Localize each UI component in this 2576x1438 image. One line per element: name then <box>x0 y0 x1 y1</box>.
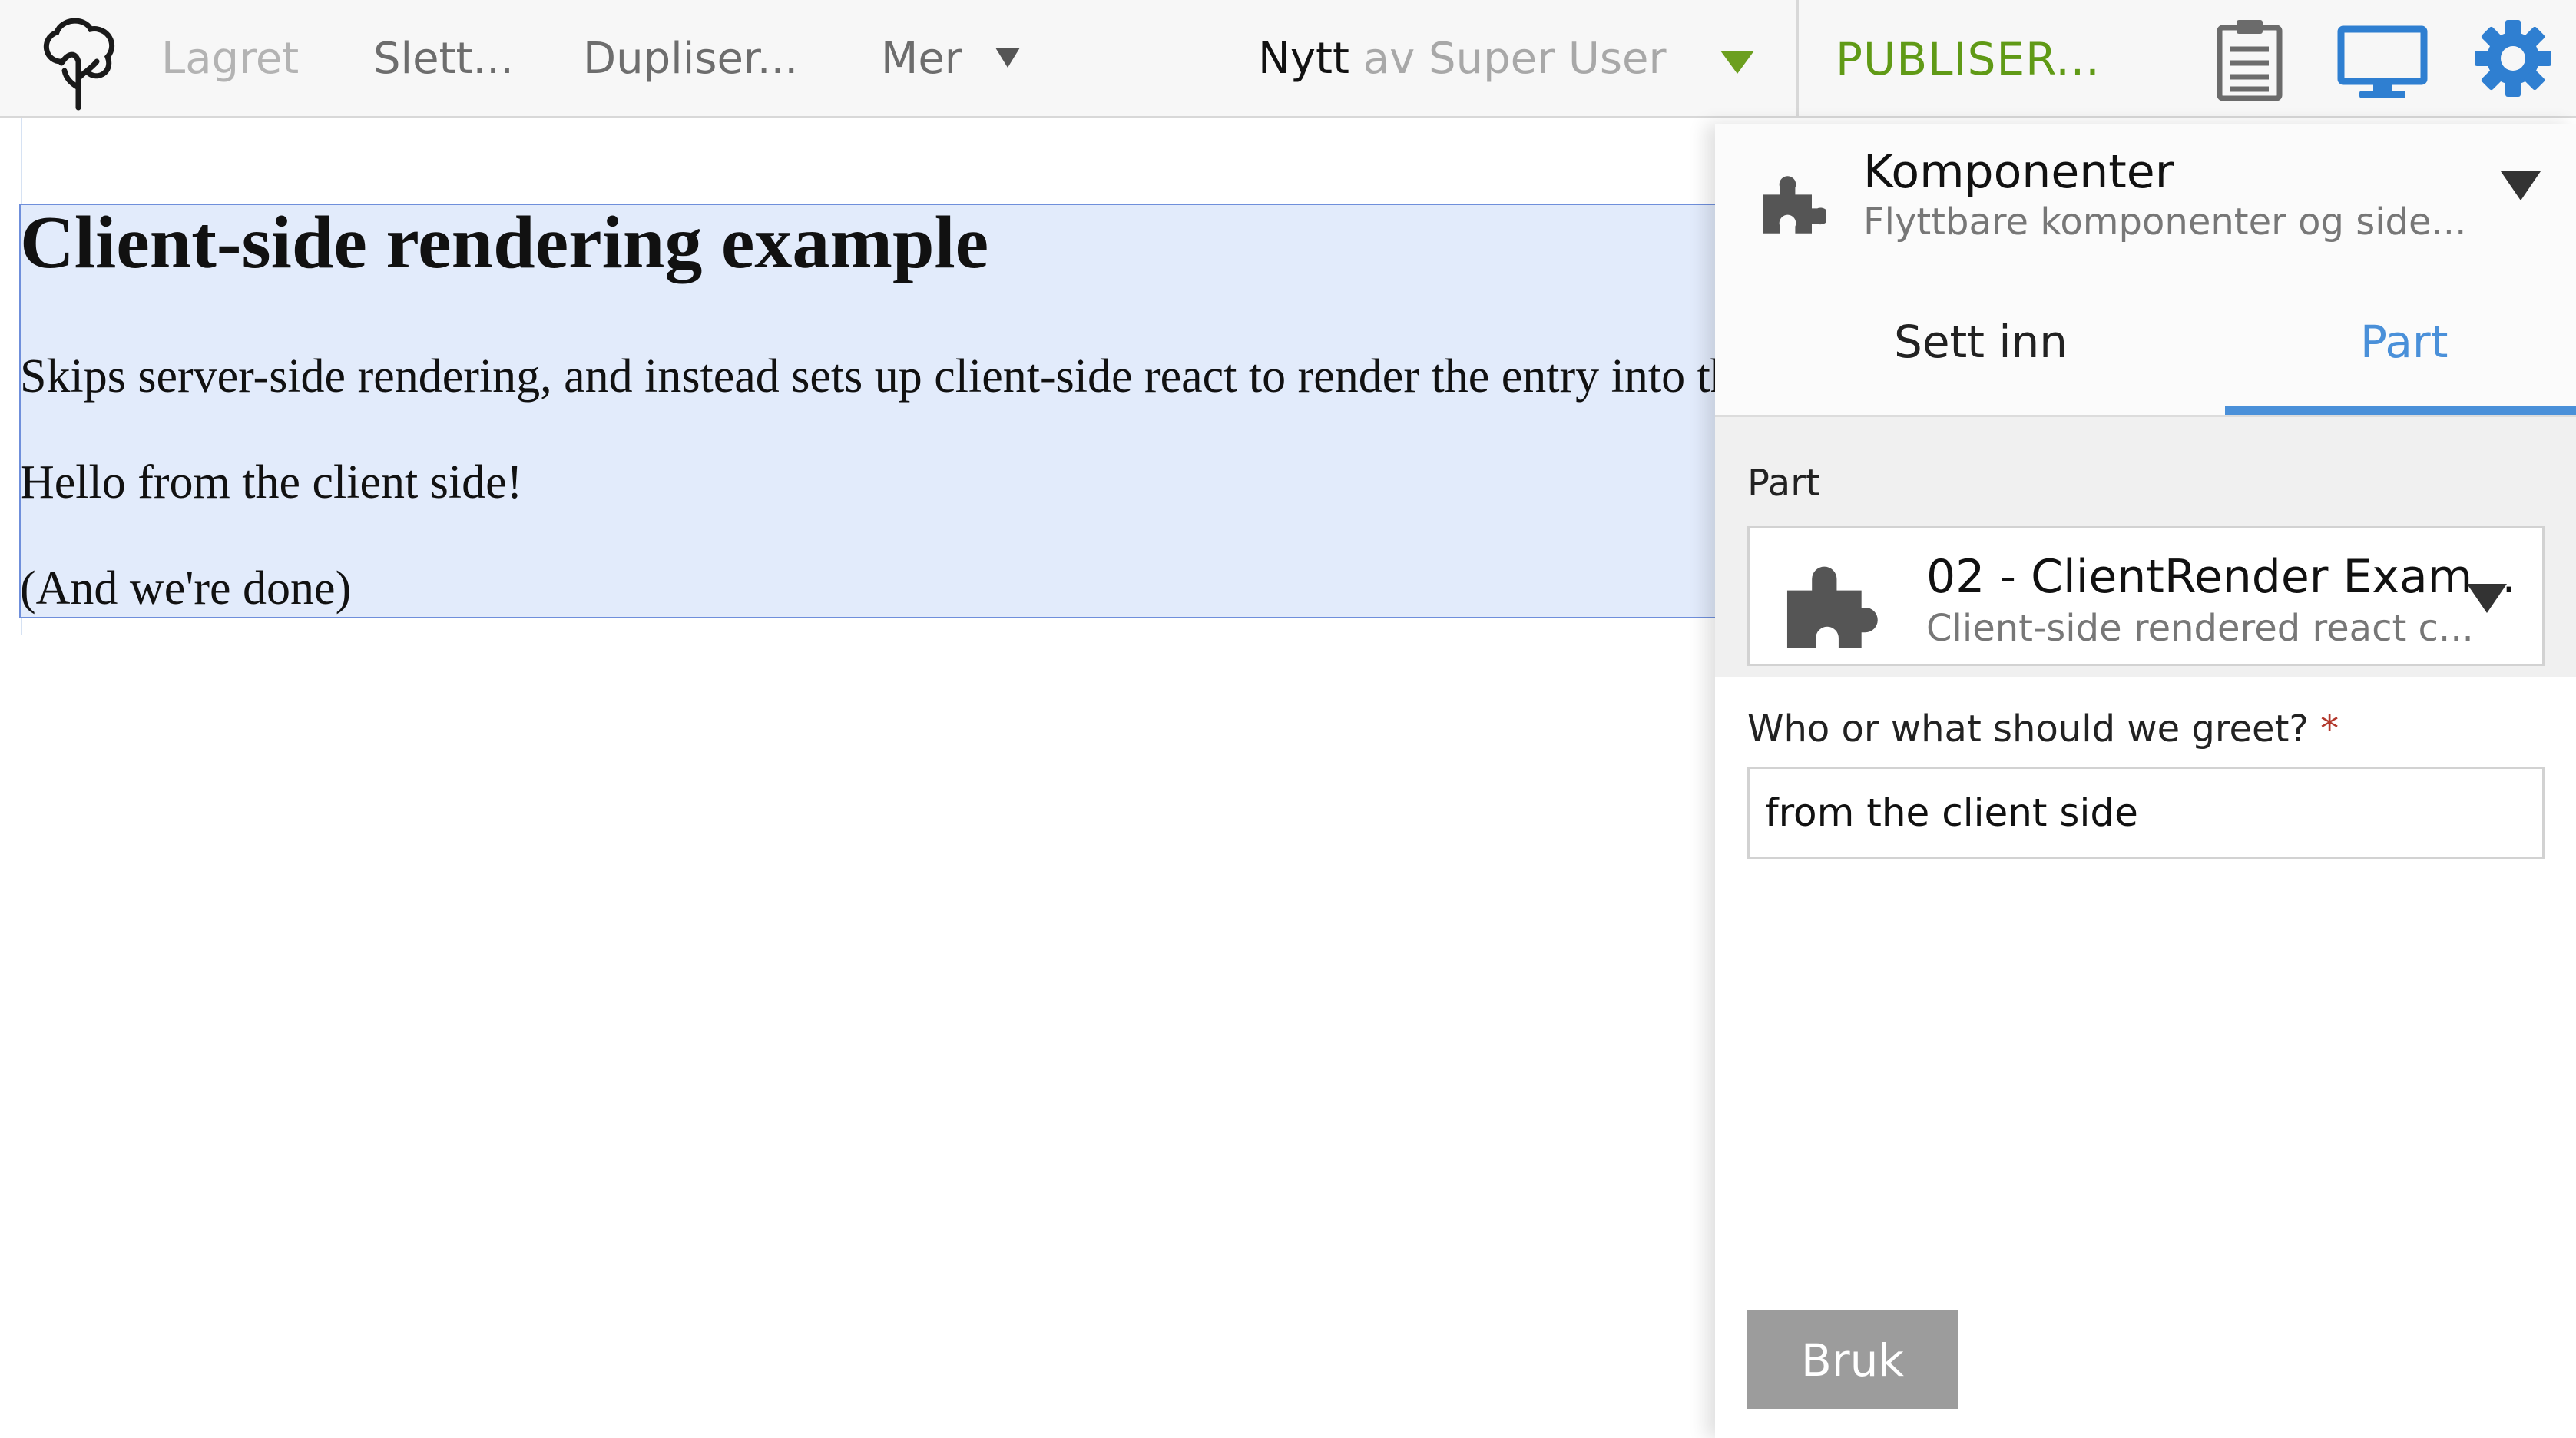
required-marker: * <box>2320 707 2339 750</box>
selected-part-description: Client-side rendered react c... <box>1926 607 2474 650</box>
duplicate-button[interactable]: Dupliser... <box>583 0 798 118</box>
selected-part-title: 02 - ClientRender Exam... <box>1926 550 2517 604</box>
tree-logo-icon[interactable] <box>35 17 121 111</box>
closing-paragraph: (And we're done) <box>20 562 352 615</box>
greet-field-label: Who or what should we greet? * <box>1747 707 2339 750</box>
greet-label-text: Who or what should we greet? <box>1747 707 2309 750</box>
part-selector-section: Part 02 - ClientRender Exam... Client-si… <box>1715 417 2576 677</box>
gear-icon[interactable] <box>2473 18 2553 98</box>
context-panel: Komponenter Flyttbare komponenter og sid… <box>1715 124 2576 1438</box>
tab-insert[interactable]: Sett inn <box>1894 316 2068 368</box>
panel-title: Komponenter <box>1863 145 2174 199</box>
greet-input[interactable] <box>1747 767 2545 859</box>
part-selector-dropdown[interactable]: 02 - ClientRender Exam... Client-side re… <box>1747 526 2545 666</box>
panel-dropdown-icon[interactable] <box>2501 171 2541 200</box>
content-status[interactable]: Nytt av Super User <box>1258 0 1667 118</box>
more-menu-button[interactable]: Mer <box>881 0 962 118</box>
puzzle-icon <box>1763 176 1826 234</box>
status-dropdown-icon[interactable] <box>1720 51 1754 74</box>
chevron-down-icon[interactable] <box>995 48 1020 68</box>
clipboard-icon[interactable] <box>2215 17 2284 101</box>
apply-button[interactable]: Bruk <box>1747 1310 1958 1409</box>
panel-header: Komponenter Flyttbare komponenter og sid… <box>1715 124 2576 417</box>
status-author: av Super User <box>1362 34 1667 84</box>
chevron-down-icon[interactable] <box>2467 584 2507 613</box>
editor-toolbar: Lagret Slett... Dupliser... Mer Nytt av … <box>0 0 2576 118</box>
publish-button[interactable]: PUBLISER... <box>1836 0 2101 118</box>
part-label: Part <box>1747 462 1820 505</box>
panel-subtitle: Flyttbare komponenter og side... <box>1863 200 2467 244</box>
status-title: Nytt <box>1258 34 1349 84</box>
client-greeting: Hello from the client side! <box>20 456 523 509</box>
monitor-icon[interactable] <box>2336 25 2429 101</box>
page-heading: Client-side rendering example <box>20 201 989 284</box>
puzzle-icon <box>1786 566 1878 648</box>
saved-status: Lagret <box>161 34 300 84</box>
delete-button[interactable]: Slett... <box>373 0 514 118</box>
toolbar-divider <box>1796 0 1799 118</box>
tab-part[interactable]: Part <box>2360 316 2449 368</box>
